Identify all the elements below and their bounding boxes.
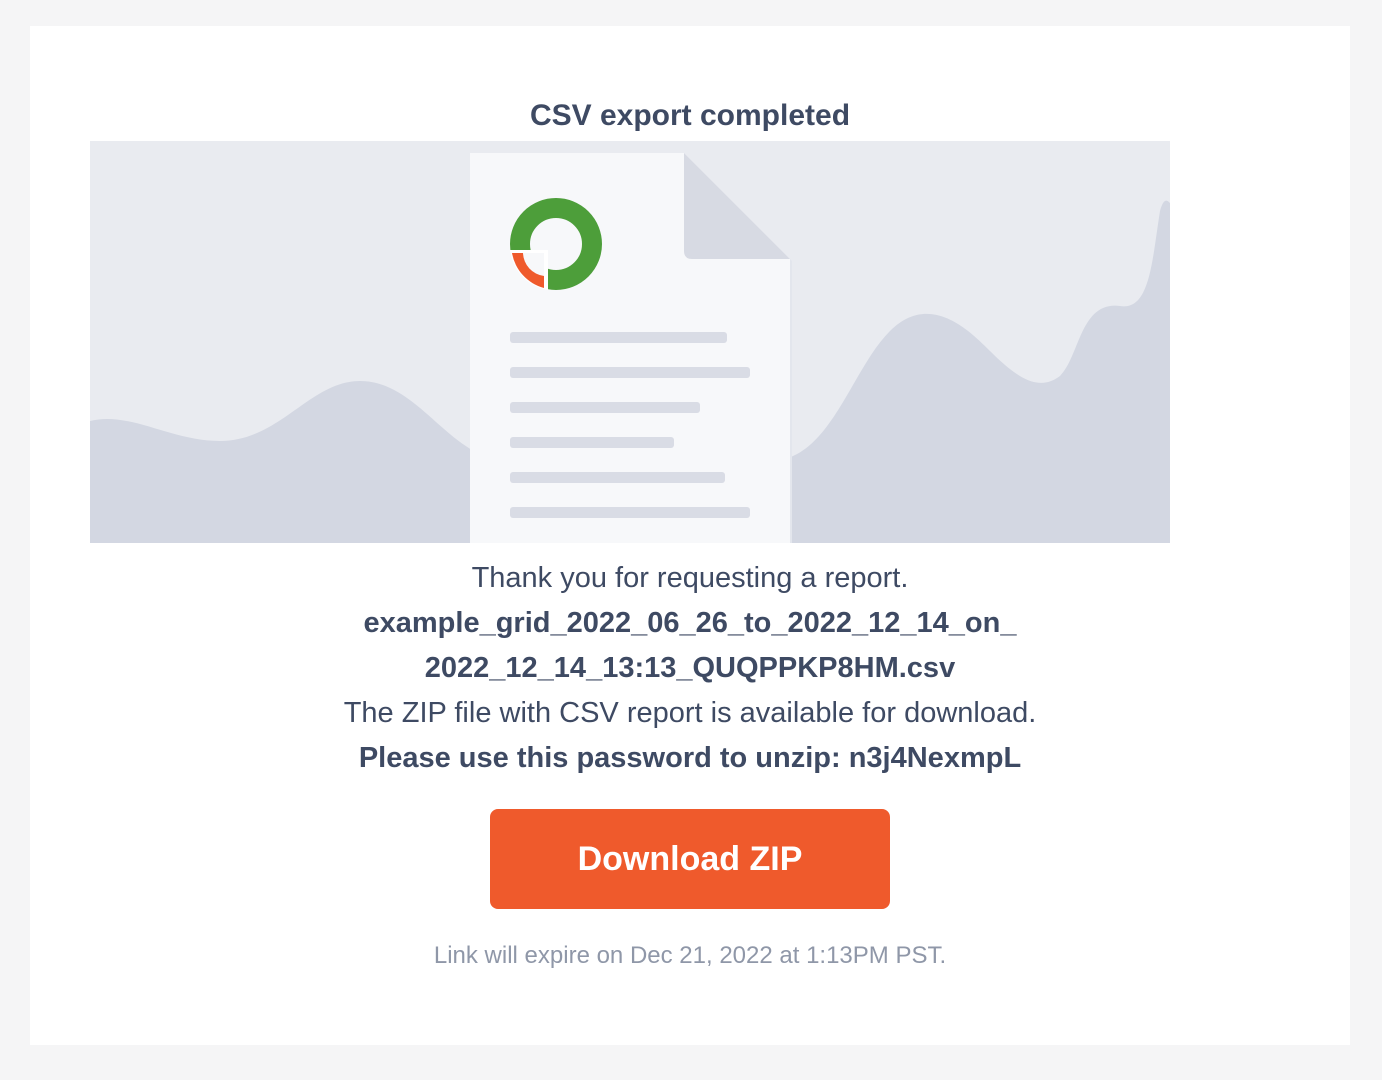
filename-line-2: 2022_12_14_13:13_QUQPPKP8HM.csv	[424, 652, 956, 684]
message-block: Thank you for requesting a report. examp…	[30, 556, 1350, 781]
expiry-note: Link will expire on Dec 21, 2022 at 1:13…	[433, 942, 947, 969]
email-card: CSV export completed Thank you for reque…	[30, 26, 1350, 1045]
thanks-text: Thank you for requesting a report.	[471, 562, 909, 594]
download-zip-button[interactable]: Download ZIP	[490, 809, 890, 909]
email-title: CSV export completed	[529, 99, 851, 132]
password-text: Please use this password to unzip: n3j4N…	[358, 742, 1022, 774]
hero-illustration	[90, 141, 1170, 543]
zip-available-text: The ZIP file with CSV report is availabl…	[343, 697, 1037, 729]
filename-line-1: example_grid_2022_06_26_to_2022_12_14_on…	[363, 607, 1017, 639]
